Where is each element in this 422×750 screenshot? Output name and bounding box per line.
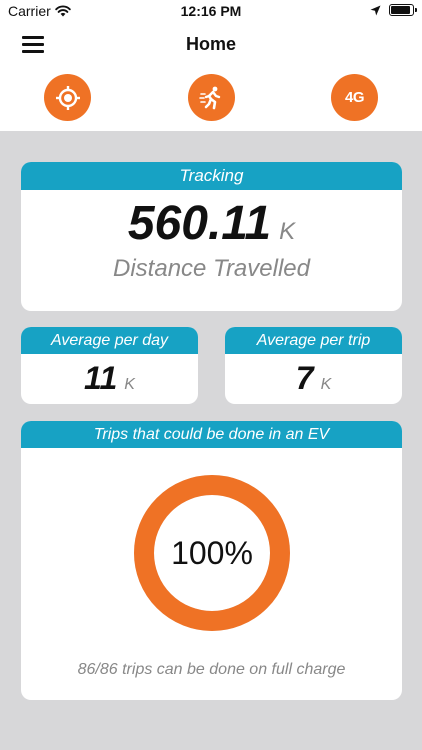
location-target-button[interactable] xyxy=(44,74,91,121)
status-bar: Carrier 12:16 PM xyxy=(0,0,422,24)
average-per-trip-card: Average per trip 7K xyxy=(225,327,402,404)
network-4g-icon: 4G xyxy=(344,89,365,106)
tracking-distance-value: 560.11 xyxy=(127,197,272,250)
status-time: 12:16 PM xyxy=(180,3,242,19)
ev-trips-header: Trips that could be done in an EV xyxy=(21,421,402,448)
ev-trips-caption: 86/86 trips can be done on full charge xyxy=(77,661,346,678)
nav-bar: Home xyxy=(0,24,422,66)
activity-running-button[interactable] xyxy=(188,74,235,121)
ev-percent-label: 100% xyxy=(171,534,253,571)
distance-travelled-label: Distance Travelled xyxy=(113,255,310,282)
average-per-day-value-line: 11 K xyxy=(21,360,198,397)
tracking-header: Tracking xyxy=(21,162,402,190)
battery-icon xyxy=(389,4,417,16)
network-4g-button[interactable]: 4G xyxy=(331,74,378,121)
page-title: Home xyxy=(185,34,236,54)
average-per-day-unit: K xyxy=(124,376,135,393)
average-per-day-card: Average per day 11 K xyxy=(21,327,198,404)
tracking-distance-unit: K xyxy=(279,218,296,245)
location-arrow-icon xyxy=(370,5,381,15)
battery-level xyxy=(391,6,410,14)
location-target-icon xyxy=(55,85,80,110)
average-per-day-header: Average per day xyxy=(21,327,198,354)
average-per-trip-header: Average per trip xyxy=(225,327,402,354)
average-per-trip-unit: K xyxy=(320,376,332,393)
running-person-icon xyxy=(198,86,220,109)
quick-action-bar: 4G xyxy=(0,66,422,131)
status-right xyxy=(370,4,417,16)
tracking-value-line: 560.11 K xyxy=(21,196,402,251)
average-per-trip-value: 7 xyxy=(295,360,314,396)
average-per-trip-value-line: 7K xyxy=(225,360,402,397)
tracking-card: Tracking 560.11 K Distance Travelled xyxy=(21,162,402,311)
ev-progress-ring: 100% xyxy=(134,475,290,631)
average-per-day-value: 11 xyxy=(84,360,118,396)
ev-trips-card: Trips that could be done in an EV 100% 8… xyxy=(21,421,402,700)
